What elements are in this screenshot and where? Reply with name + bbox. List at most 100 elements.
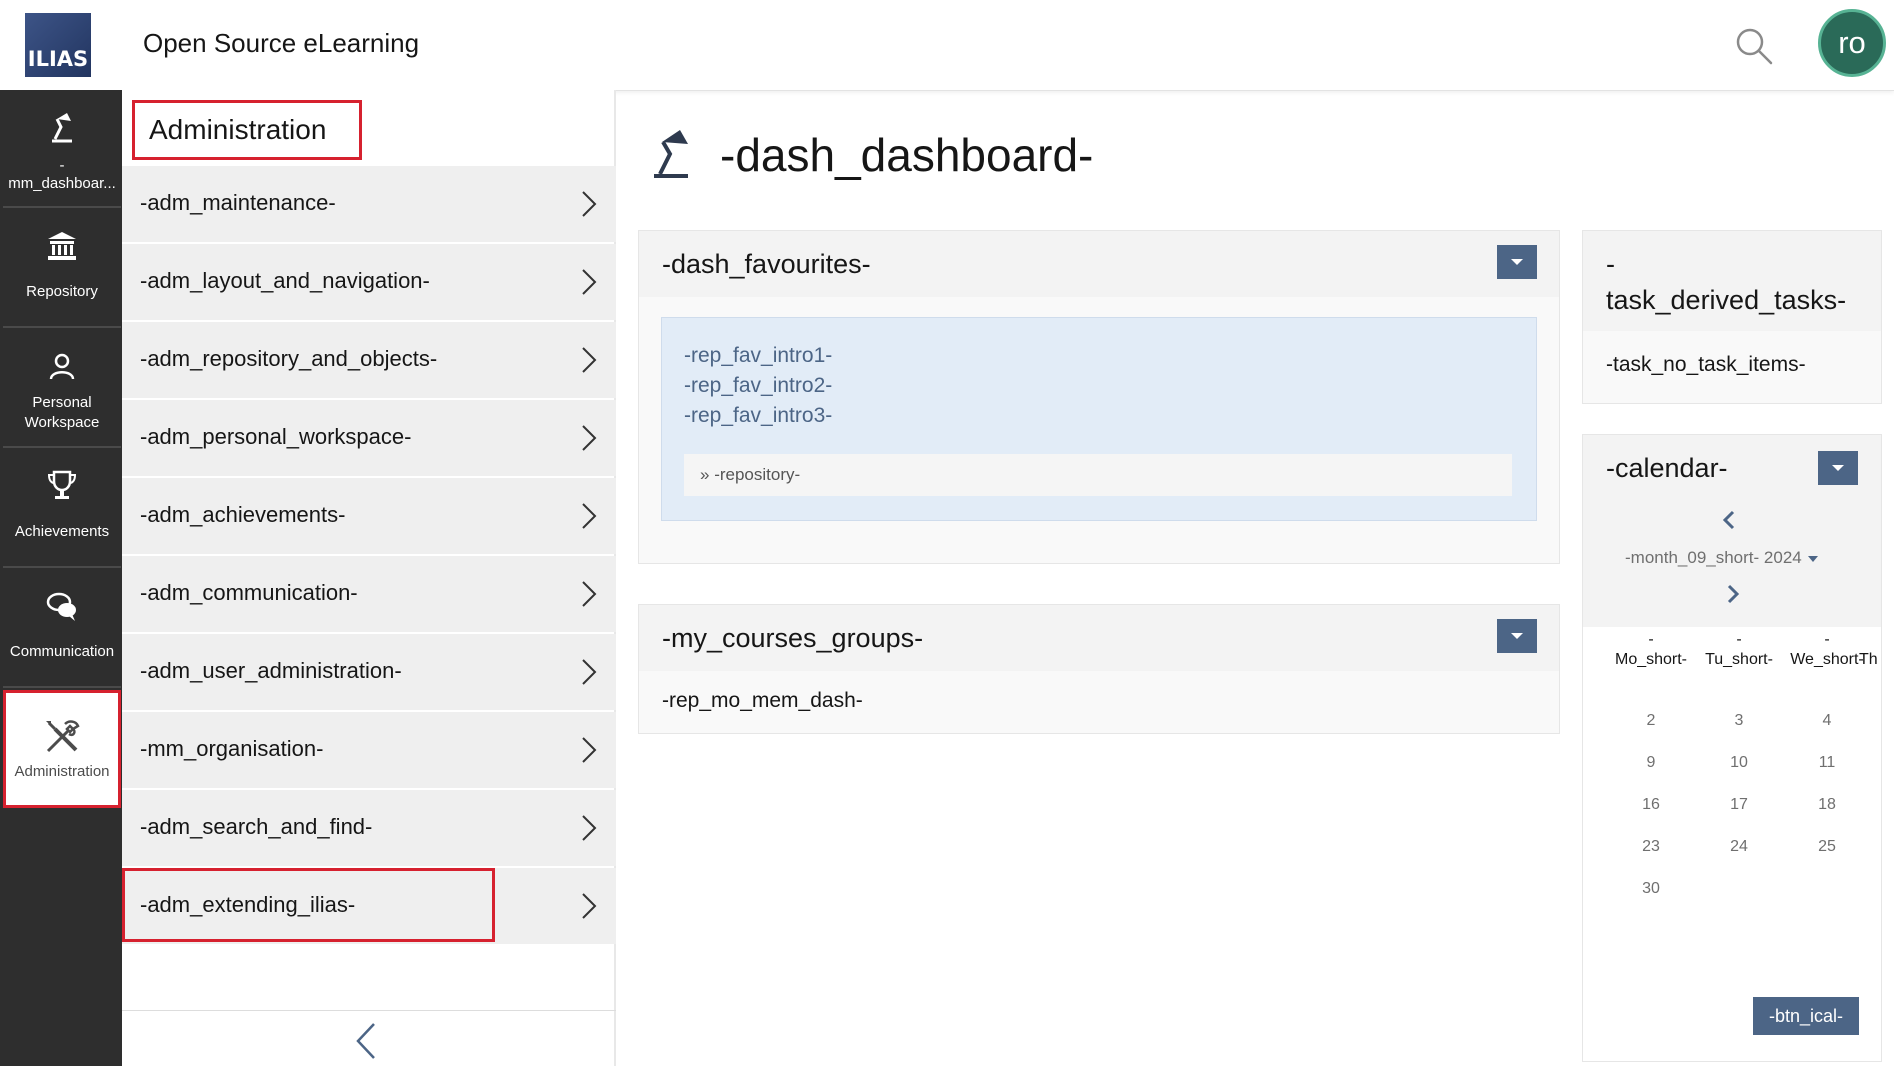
mainbar-item-label: - [59, 157, 65, 174]
chevron-right-icon [582, 893, 597, 919]
mainbar-item-administration[interactable]: Administration [3, 690, 121, 808]
fav-intro-line: -rep_fav_intro2- [684, 374, 833, 397]
weekday-label: Th [1859, 651, 1878, 668]
favourites-actions-dropdown[interactable] [1497, 245, 1537, 279]
slate-item-adm-layout-and-navigation[interactable]: -adm_layout_and_navigation- [122, 244, 616, 320]
weekday-label: Mo_short- [1614, 651, 1688, 668]
calendar-day[interactable]: 10 [1719, 754, 1759, 772]
slate-item-label: -mm_organisation- [140, 736, 324, 761]
trophy-icon [3, 466, 121, 506]
favourites-info-box: -rep_fav_intro1- -rep_fav_intro2- -rep_f… [661, 317, 1537, 521]
slate-item-adm-achievements[interactable]: -adm_achievements- [122, 478, 616, 554]
dashboard-lamp-icon [654, 130, 688, 178]
slate-title: Administration [132, 100, 362, 160]
slate-item-adm-user-administration[interactable]: -adm_user_administration- [122, 634, 616, 710]
chevron-right-icon [582, 659, 597, 685]
slate-collapse-button[interactable] [122, 1010, 616, 1067]
mainbar-item-dashboard[interactable]: - mm_dashboar... [3, 90, 121, 208]
repo-prefix: » [700, 465, 715, 484]
mainbar-item-label: Administration [14, 763, 110, 780]
slate-item-label: -adm_extending_ilias- [140, 892, 356, 917]
calendar-day[interactable]: 11 [1807, 754, 1847, 772]
repository-icon [3, 226, 121, 266]
calendar-actions-dropdown[interactable] [1818, 451, 1858, 485]
weekday-dash: - [1736, 631, 1742, 648]
mainbar-item-label: Achievements [14, 523, 110, 540]
header: ILIAS Open Source eLearning ro [0, 0, 1894, 91]
slate-item-label: -adm_maintenance- [140, 190, 336, 215]
search-icon[interactable] [1734, 26, 1774, 66]
slate-item-adm-maintenance[interactable]: -adm_maintenance- [122, 166, 616, 242]
mainbar-item-label: Workspace [24, 414, 100, 431]
calendar-day[interactable]: 16 [1631, 796, 1671, 814]
weekday-label: We_short- [1790, 651, 1864, 668]
mainbar: - mm_dashboar... Repository Personal Wor… [0, 90, 122, 1066]
calendar-day[interactable]: 4 [1807, 712, 1847, 730]
mainbar-item-label: mm_dashboar... [8, 175, 116, 192]
slate-item-label: -adm_personal_workspace- [140, 424, 412, 449]
weekday-label: Tu_short- [1705, 651, 1773, 668]
repository-link-row: » -repository- [684, 454, 1512, 496]
main-content: -dash_dashboard- -dash_favourites- -rep_… [616, 90, 1894, 1066]
chevron-right-icon [582, 581, 597, 607]
ilias-logo[interactable]: ILIAS [25, 13, 91, 77]
calendar-month-label: -month_09_short- 2024 [1625, 548, 1802, 567]
panel-title: -calendar- [1606, 453, 1728, 483]
repository-link[interactable]: -repository- [714, 465, 800, 484]
calendar-day[interactable]: 17 [1719, 796, 1759, 814]
calendar-day[interactable]: 18 [1807, 796, 1847, 814]
calendar-day[interactable]: 3 [1719, 712, 1759, 730]
calendar-day[interactable]: 23 [1631, 838, 1671, 856]
slate-item-adm-repository-and-objects[interactable]: -adm_repository_and_objects- [122, 322, 616, 398]
avatar[interactable]: ro [1818, 9, 1886, 77]
person-icon [3, 346, 121, 386]
fav-intro-line: -rep_fav_intro3- [684, 404, 833, 427]
calendar-day[interactable]: 2 [1631, 712, 1671, 730]
chevron-right-icon[interactable] [1725, 583, 1741, 605]
panel-header: - task_derived_tasks- [1583, 231, 1881, 331]
calendar-day[interactable]: 25 [1807, 838, 1847, 856]
slate-item-label: -adm_communication- [140, 580, 358, 605]
site-title: Open Source eLearning [143, 28, 420, 58]
courses-empty-text: -rep_mo_mem_dash- [662, 689, 863, 712]
mainbar-item-label: Repository [26, 283, 98, 300]
weekday-dash: - [1824, 631, 1830, 648]
dashboard-lamp-icon [3, 106, 121, 146]
chevron-right-icon [582, 347, 597, 373]
mainbar-item-achievements[interactable]: Achievements [3, 450, 121, 568]
slate-item-adm-extending-ilias[interactable]: -adm_extending_ilias- [122, 868, 616, 944]
chevron-right-icon [582, 191, 597, 217]
tools-icon [6, 717, 118, 757]
slate-item-adm-communication[interactable]: -adm_communication- [122, 556, 616, 632]
my-courses-panel: -my_courses_groups- -rep_mo_mem_dash- [638, 604, 1560, 734]
mainbar-item-personal-workspace[interactable]: Personal Workspace [3, 330, 121, 448]
ical-button[interactable]: -btn_ical- [1753, 997, 1859, 1035]
calendar-month-select[interactable]: -month_09_short- 2024 [1625, 548, 1818, 568]
calendar-day[interactable]: 9 [1631, 754, 1671, 772]
mainbar-item-communication[interactable]: Communication [3, 570, 121, 688]
calendar-day[interactable]: 24 [1719, 838, 1759, 856]
panel-title: -my_courses_groups- [662, 623, 924, 653]
chevron-right-icon [582, 425, 597, 451]
panel-title-dash: - [1606, 249, 1615, 279]
calendar-day[interactable]: 30 [1631, 880, 1671, 898]
caret-down-icon [1807, 555, 1818, 562]
fav-intro-line: -rep_fav_intro1- [684, 344, 833, 367]
chevron-right-icon [582, 737, 597, 763]
chat-bubbles-icon [3, 586, 121, 626]
slate-item-adm-personal-workspace[interactable]: -adm_personal_workspace- [122, 400, 616, 476]
tasks-empty-text: -task_no_task_items- [1606, 353, 1806, 376]
panel-title: task_derived_tasks- [1606, 285, 1847, 315]
panel-header: -dash_favourites- [639, 231, 1559, 297]
chevron-left-icon[interactable] [1721, 509, 1737, 531]
slate-item-adm-search-and-find[interactable]: -adm_search_and_find- [122, 790, 616, 866]
courses-actions-dropdown[interactable] [1497, 619, 1537, 653]
chevron-left-icon [356, 1023, 375, 1059]
mainbar-item-repository[interactable]: Repository [3, 210, 121, 328]
chevron-right-icon [582, 503, 597, 529]
slate-item-label: -adm_repository_and_objects- [140, 346, 438, 371]
slate-list: -adm_maintenance- -adm_layout_and_naviga… [122, 166, 616, 946]
slate-item-mm-organisation[interactable]: -mm_organisation- [122, 712, 616, 788]
chevron-right-icon [582, 815, 597, 841]
slate-item-label: -adm_achievements- [140, 502, 346, 527]
